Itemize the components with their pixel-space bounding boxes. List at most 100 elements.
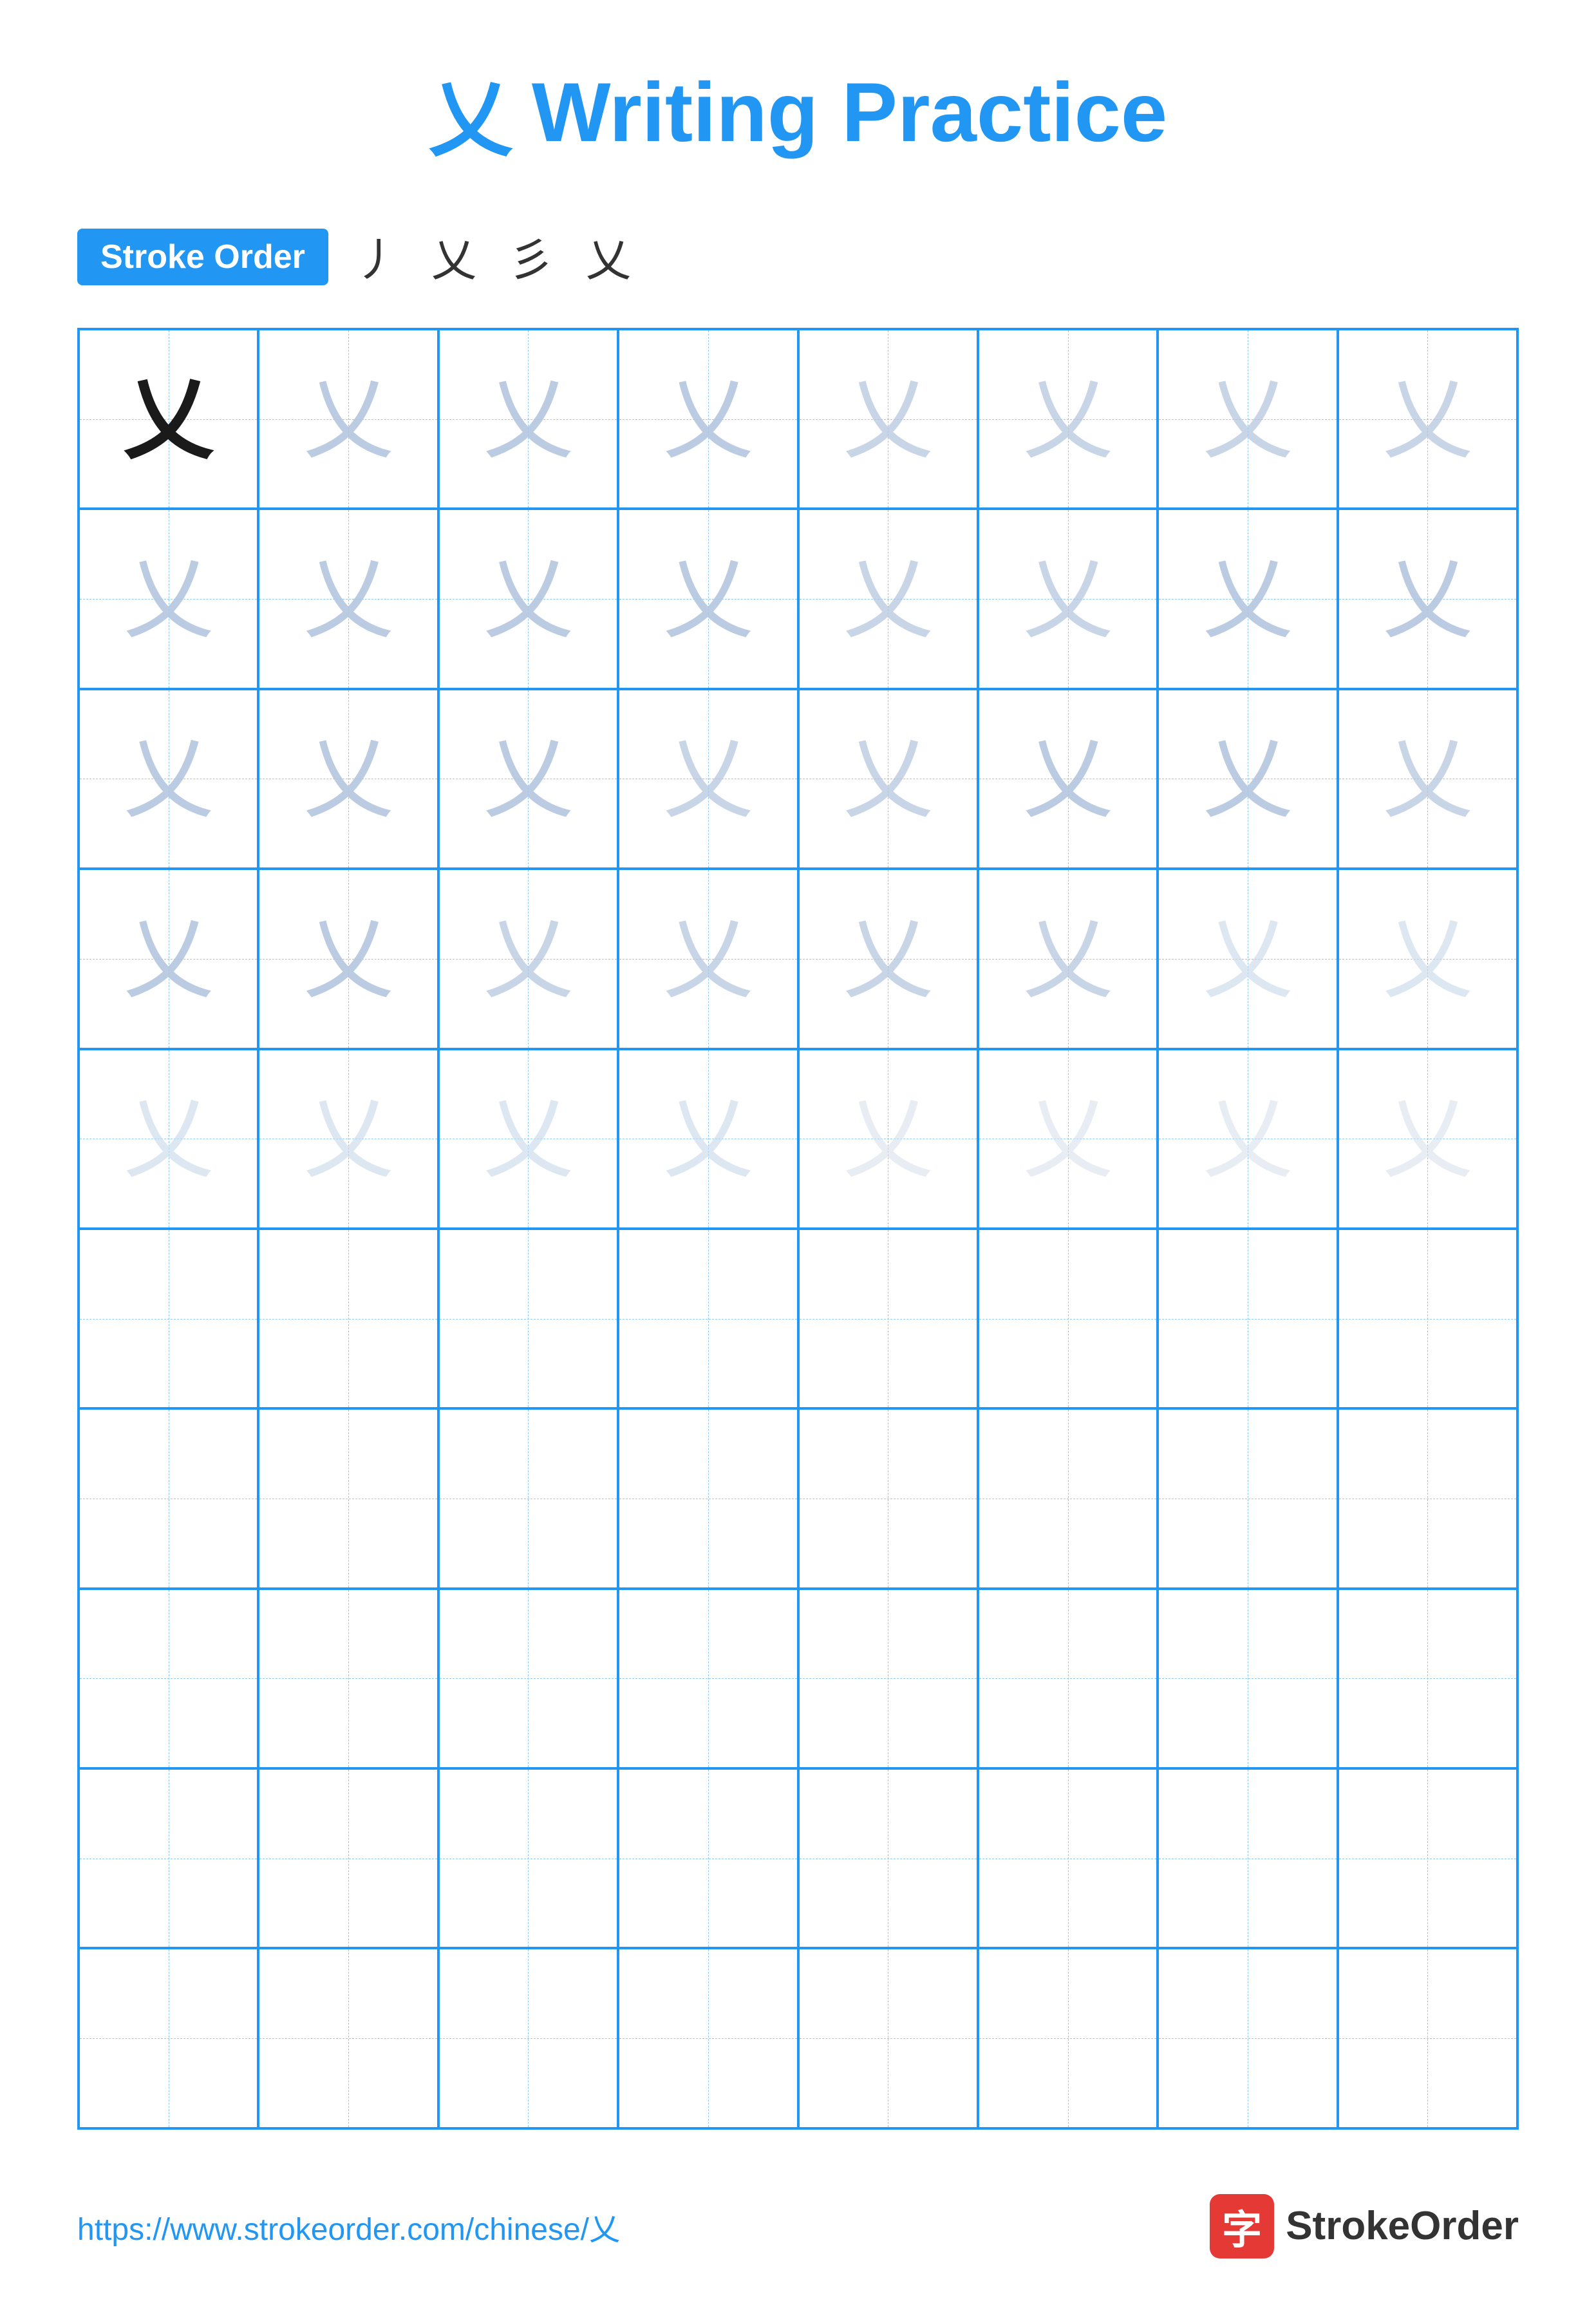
cell-bg [440,1230,617,1407]
grid-cell[interactable]: 乂 [618,689,798,869]
grid-cell[interactable] [798,1768,978,1948]
cell-bg [259,1949,437,2126]
grid-cell[interactable] [618,1589,798,1768]
grid-cell[interactable]: 乂 [1158,329,1337,509]
grid-cell[interactable] [258,1229,438,1408]
grid-cell[interactable] [1158,1229,1337,1408]
grid-cell[interactable] [438,1948,618,2128]
grid-cell[interactable]: 乂 [618,1049,798,1229]
grid-cell[interactable] [1338,1229,1517,1408]
cell-bg [619,1770,796,1947]
grid-cell[interactable]: 乂 [1338,869,1517,1048]
practice-char: 乂 [124,554,214,644]
grid-cell[interactable] [1338,1589,1517,1768]
grid-cell[interactable]: 乂 [978,1049,1158,1229]
grid-cell[interactable] [978,1589,1158,1768]
grid-cell[interactable]: 乂 [258,869,438,1048]
grid-cell[interactable] [258,1589,438,1768]
grid-cell[interactable]: 乂 [1338,509,1517,688]
grid-cell[interactable]: 乂 [798,1049,978,1229]
practice-char: 乂 [124,374,214,464]
grid-cell[interactable]: 乂 [258,1049,438,1229]
grid-cell[interactable]: 乂 [798,869,978,1048]
grid-cell[interactable]: 乂 [79,869,258,1048]
grid-cell[interactable] [798,1229,978,1408]
practice-char: 乂 [843,1093,933,1184]
logo-icon: 字 [1210,2194,1274,2258]
grid-cell[interactable] [618,1948,798,2128]
grid-cell[interactable] [1338,1948,1517,2128]
grid-cell[interactable]: 乂 [79,509,258,688]
grid-cell[interactable] [258,1768,438,1948]
grid-cell[interactable] [438,1408,618,1588]
practice-char: 乂 [843,914,933,1004]
grid-cell[interactable] [1338,1408,1517,1588]
footer: https://www.strokeorder.com/chinese/乂 字 … [77,2194,1519,2258]
grid-cell[interactable]: 乂 [1338,1049,1517,1229]
grid-cell[interactable]: 乂 [1158,869,1337,1048]
grid-cell[interactable]: 乂 [978,689,1158,869]
grid-cell[interactable]: 乂 [798,689,978,869]
grid-cell[interactable]: 乂 [1338,689,1517,869]
grid-cell[interactable] [438,1768,618,1948]
grid-cell[interactable] [618,1768,798,1948]
grid-cell[interactable] [258,1408,438,1588]
grid-row [79,1408,1517,1588]
grid-cell[interactable] [79,1589,258,1768]
grid-cell[interactable] [438,1589,618,1768]
grid-cell[interactable]: 乂 [258,509,438,688]
grid-cell[interactable] [258,1948,438,2128]
practice-char: 乂 [843,554,933,644]
grid-cell[interactable] [798,1589,978,1768]
grid-cell[interactable]: 乂 [618,509,798,688]
cell-bg [800,1590,977,1767]
grid-cell[interactable]: 乂 [438,1049,618,1229]
grid-cell[interactable] [798,1948,978,2128]
grid-cell[interactable]: 乂 [438,869,618,1048]
grid-cell[interactable]: 乂 [1158,1049,1337,1229]
grid-cell[interactable]: 乂 [1158,689,1337,869]
grid-cell[interactable]: 乂 [978,509,1158,688]
practice-char: 乂 [1023,554,1113,644]
grid-cell[interactable] [618,1408,798,1588]
grid-cell[interactable] [79,1229,258,1408]
grid-cell[interactable]: 乂 [618,329,798,509]
grid-cell[interactable]: 乂 [79,689,258,869]
grid-cell[interactable] [79,1948,258,2128]
grid-cell[interactable] [978,1229,1158,1408]
grid-cell[interactable] [1158,1589,1337,1768]
grid-cell[interactable]: 乂 [79,329,258,509]
grid-cell[interactable]: 乂 [978,869,1158,1048]
grid-cell[interactable] [978,1768,1158,1948]
cell-bg [1159,1590,1336,1767]
grid-cell[interactable] [798,1408,978,1588]
grid-cell[interactable] [1338,1768,1517,1948]
grid-cell[interactable]: 乂 [798,329,978,509]
grid-cell[interactable] [1158,1408,1337,1588]
cell-bg [259,1230,437,1407]
grid-cell[interactable]: 乂 [1338,329,1517,509]
grid-cell[interactable] [1158,1948,1337,2128]
grid-cell[interactable] [618,1229,798,1408]
grid-cell[interactable]: 乂 [79,1049,258,1229]
cell-bg [1339,1410,1516,1587]
grid-cell[interactable] [79,1408,258,1588]
grid-cell[interactable] [438,1229,618,1408]
grid-cell[interactable]: 乂 [1158,509,1337,688]
grid-cell[interactable] [978,1408,1158,1588]
grid-cell[interactable] [79,1768,258,1948]
footer-url[interactable]: https://www.strokeorder.com/chinese/乂 [77,2204,620,2249]
grid-cell[interactable]: 乂 [978,329,1158,509]
cell-bg [1339,1230,1516,1407]
grid-cell[interactable]: 乂 [438,329,618,509]
grid-cell[interactable] [978,1948,1158,2128]
grid-cell[interactable]: 乂 [618,869,798,1048]
practice-char: 乂 [663,914,753,1004]
grid-cell[interactable]: 乂 [798,509,978,688]
grid-cell[interactable]: 乂 [258,329,438,509]
grid-cell[interactable] [1158,1768,1337,1948]
grid-cell[interactable]: 乂 [258,689,438,869]
grid-cell[interactable]: 乂 [438,509,618,688]
grid-cell[interactable]: 乂 [438,689,618,869]
grid-row [79,1589,1517,1768]
